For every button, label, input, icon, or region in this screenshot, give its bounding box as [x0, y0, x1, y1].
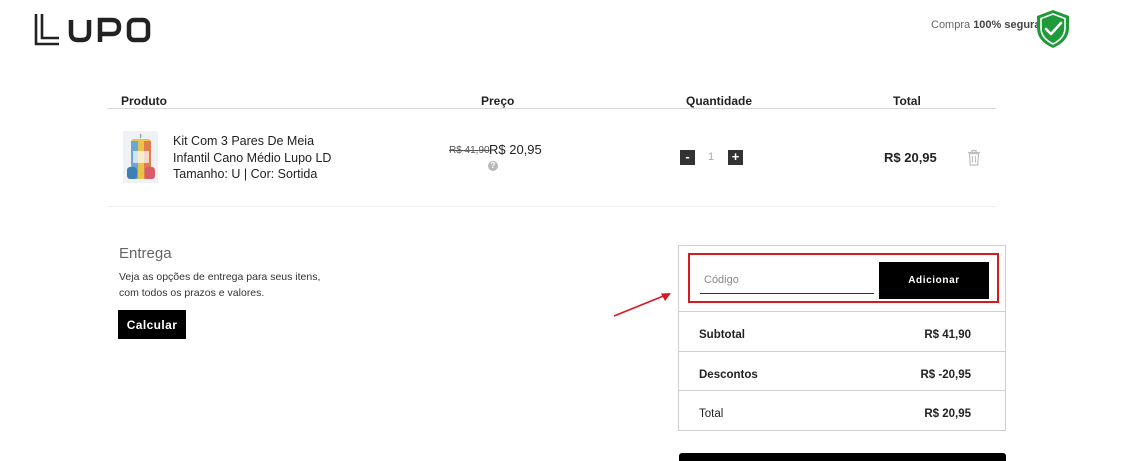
header-total: Total [893, 94, 921, 108]
annotation-arrow-icon [613, 293, 671, 317]
summary-divider [679, 311, 1005, 312]
coupon-code-input[interactable] [700, 266, 874, 294]
secure-purchase-text: Compra 100% segura [931, 19, 1040, 31]
help-icon[interactable]: ? [488, 161, 498, 171]
row-divider [107, 206, 996, 207]
decrease-quantity-button[interactable]: - [680, 150, 695, 165]
trash-icon[interactable] [967, 149, 981, 166]
calcular-button[interactable]: Calcular [118, 310, 186, 339]
secure-bold: 100% segura [973, 19, 1041, 31]
product-thumbnail[interactable] [123, 131, 158, 183]
product-variant: Tamanho: U | Cor: Sortida [173, 167, 318, 181]
entrega-desc-line: Veja as opções de entrega para seus iten… [119, 271, 321, 283]
old-price: R$ 41,90 [449, 145, 490, 156]
quantity-value[interactable]: 1 [703, 151, 719, 163]
subtotal-value: R$ 41,90 [924, 329, 971, 341]
header-divider [107, 108, 996, 109]
header-preco: Preço [481, 94, 515, 108]
entrega-desc-line: com todos os prazos e valores. [119, 286, 265, 299]
summary-divider [679, 390, 1005, 391]
secure-prefix: Compra [931, 19, 971, 31]
increase-quantity-button[interactable]: + [728, 150, 743, 165]
summary-divider [679, 351, 1005, 352]
total-label: Total [699, 408, 724, 420]
current-price: R$ 20,95 [489, 142, 542, 157]
product-name-line[interactable]: Kit Com 3 Pares De Meia [173, 133, 353, 150]
total-value: R$ 20,95 [924, 408, 971, 420]
row-total: R$ 20,95 [884, 150, 937, 165]
subtotal-label: Subtotal [699, 329, 745, 341]
checkout-button[interactable] [679, 453, 1006, 461]
product-name[interactable]: Kit Com 3 Pares De Meia Infantil Cano Mé… [173, 133, 353, 183]
discount-value: R$ -20,95 [920, 369, 971, 381]
shield-check-icon [1037, 10, 1069, 48]
add-coupon-button[interactable]: Adicionar [879, 262, 989, 299]
header-produto: Produto [121, 94, 167, 108]
header-quantidade: Quantidade [686, 94, 753, 108]
discount-label: Descontos [699, 369, 758, 381]
product-name-line[interactable]: Infantil Cano Médio Lupo LD [173, 150, 353, 167]
entrega-description: Veja as opções de entrega para seus iten… [119, 270, 339, 301]
lupo-logo[interactable] [33, 12, 151, 46]
entrega-title: Entrega [119, 245, 172, 262]
